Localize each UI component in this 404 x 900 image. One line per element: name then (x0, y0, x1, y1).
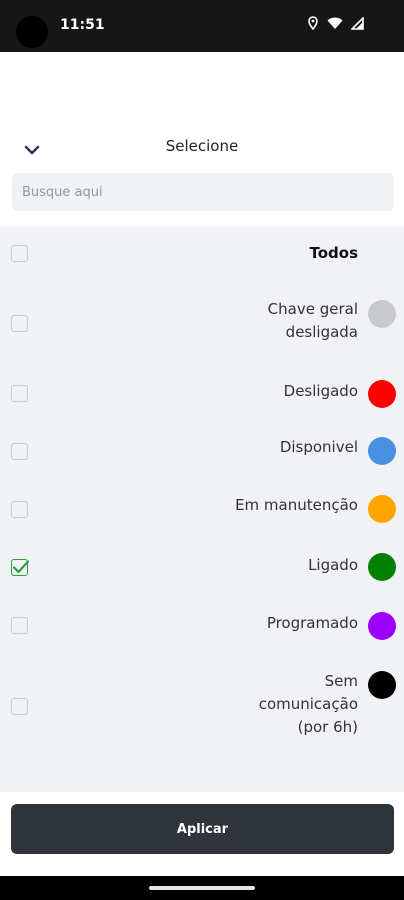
list-item-sem-comunicacao[interactable]: Sem comunicação (por 6h) (0, 666, 404, 750)
checkbox[interactable] (11, 698, 28, 715)
list-item-disponivel[interactable]: Disponivel (0, 424, 404, 480)
status-bar: 11:51 (0, 0, 404, 52)
location-icon (307, 16, 319, 30)
option-label: Em manutenção (235, 496, 358, 514)
status-time: 11:51 (60, 17, 105, 33)
apply-button[interactable]: Aplicar (11, 804, 394, 854)
status-color-dot (368, 437, 396, 465)
list-item-em-manutencao[interactable]: Em manutenção (0, 482, 404, 538)
signal-icon (351, 16, 364, 30)
page-title: Selecione (165, 137, 239, 155)
status-icons (307, 16, 364, 30)
option-label: Todos (309, 244, 358, 262)
option-label: Desligado (283, 382, 358, 400)
list-item-programado[interactable]: Programado (0, 598, 404, 654)
checkbox[interactable] (11, 501, 28, 518)
checkmark-icon (12, 560, 30, 574)
option-label: Ligado (308, 556, 358, 574)
options-list: Todos Chave geral desligada Desligado Di… (0, 226, 404, 792)
gesture-nav-bar (0, 876, 404, 900)
list-item-ligado[interactable]: Ligado (0, 540, 404, 596)
checkbox-checked[interactable] (11, 559, 30, 576)
option-label: Sem comunicação (por 6h) (258, 672, 358, 736)
checkbox[interactable] (11, 245, 28, 262)
footer: Aplicar (0, 792, 404, 880)
search-input[interactable] (12, 173, 394, 211)
status-color-dot (368, 671, 396, 699)
select-header: Selecione (0, 128, 404, 168)
status-color-dot (368, 300, 396, 328)
option-label: Disponivel (279, 438, 358, 456)
list-item-desligado[interactable]: Desligado (0, 366, 404, 422)
wifi-icon (327, 17, 343, 30)
checkbox[interactable] (11, 617, 28, 634)
option-label: Programado (266, 614, 358, 632)
checkbox[interactable] (11, 315, 28, 332)
camera-cutout (16, 16, 48, 48)
status-color-dot (368, 553, 396, 581)
list-item-chave-geral-desligada[interactable]: Chave geral desligada (0, 290, 404, 356)
home-handle[interactable] (149, 886, 255, 890)
checkbox[interactable] (11, 443, 28, 460)
status-color-dot (368, 380, 396, 408)
list-item-todos[interactable]: Todos (0, 226, 404, 282)
status-color-dot (368, 612, 396, 640)
option-label: Chave geral desligada (267, 300, 358, 341)
checkbox[interactable] (11, 385, 28, 402)
status-color-dot (368, 495, 396, 523)
